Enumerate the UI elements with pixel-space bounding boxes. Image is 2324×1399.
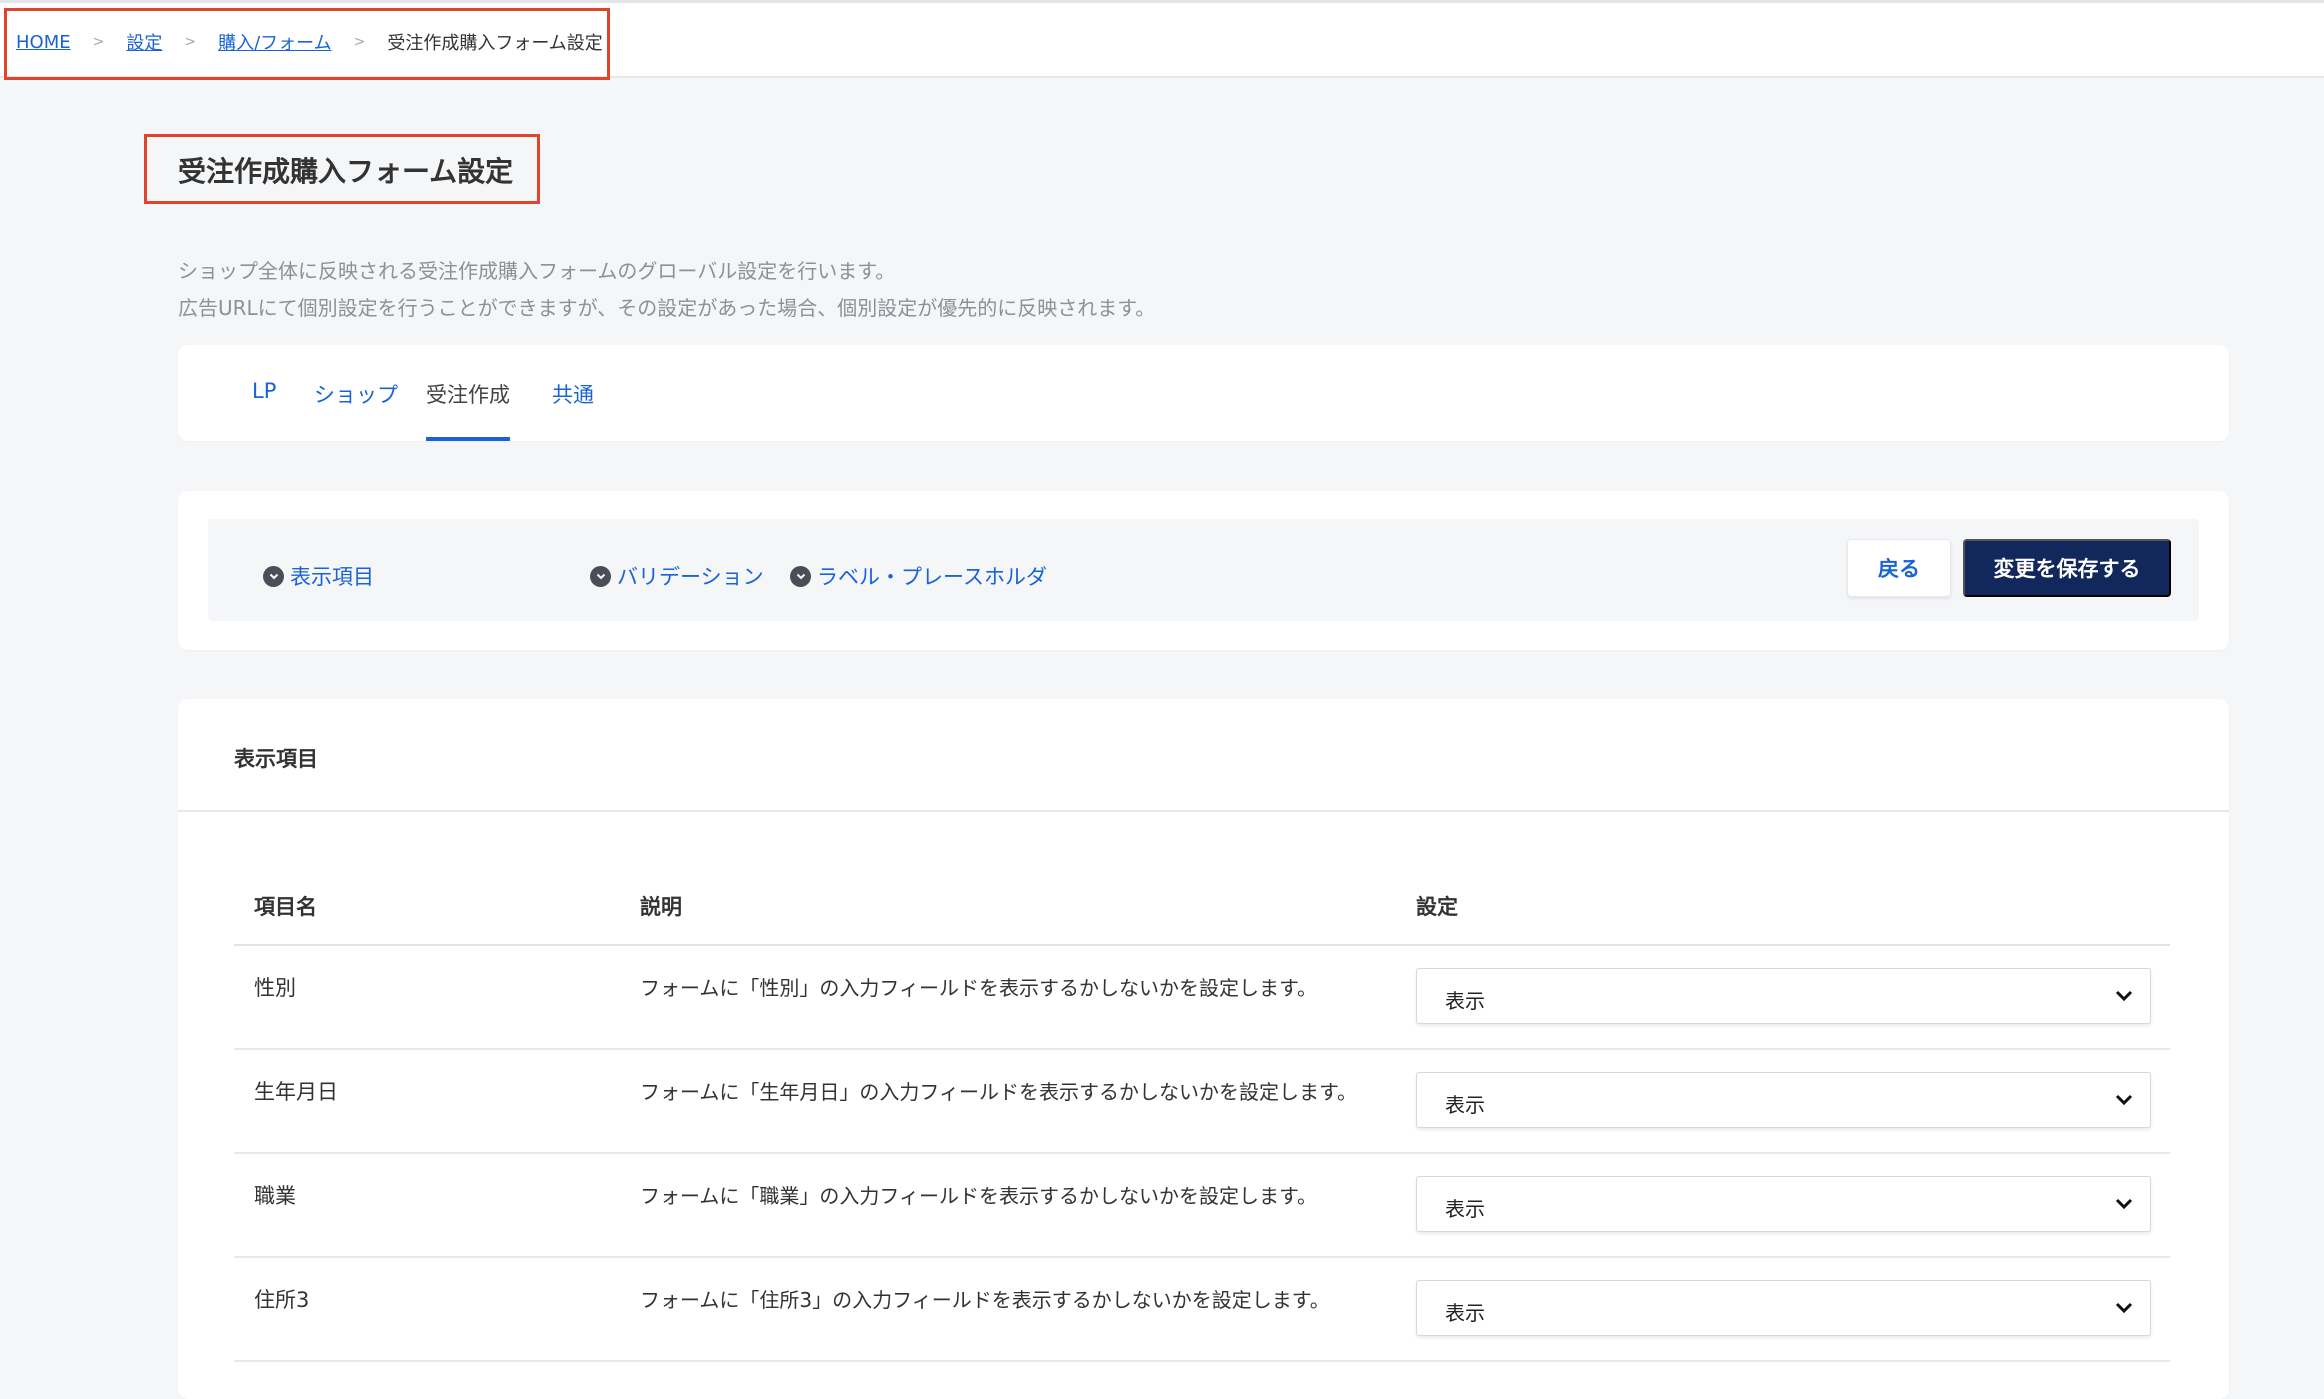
page-description-line-1: ショップ全体に反映される受注作成購入フォームのグローバル設定を行います。 (178, 259, 896, 283)
row-item-description: フォームに「生年月日」の入力フィールドを表示するかしないかを設定します。 (640, 1080, 1357, 1104)
select-value: 表示 (1445, 1093, 1485, 1117)
select-value: 表示 (1445, 989, 1485, 1013)
display-setting-select[interactable]: 表示 (1416, 1280, 2151, 1336)
row-item-name: 生年月日 (254, 1080, 338, 1104)
chevron-circle-down-icon (590, 565, 611, 587)
display-setting-select[interactable]: 表示 (1416, 968, 2151, 1024)
anchor-label: バリデーション (617, 565, 764, 589)
breadcrumb-current: 受注作成購入フォーム設定 (387, 33, 603, 54)
anchor-validation[interactable]: バリデーション (590, 561, 764, 591)
table-row: 生年月日 フォームに「生年月日」の入力フィールドを表示するかしないかを設定します… (234, 1050, 2170, 1154)
chevron-down-icon (2115, 990, 2133, 1002)
tab-lp[interactable]: LP (252, 345, 276, 441)
display-items-section: 表示項目 項目名 説明 設定 性別 フォームに「性別」の入力フィールドを表示する… (178, 699, 2229, 1399)
breadcrumb-separator: > (92, 34, 105, 50)
anchor-label-placeholder[interactable]: ラベル・プレースホルダ (790, 561, 1047, 591)
tab-common[interactable]: 共通 (552, 345, 594, 441)
breadcrumb-separator: > (184, 34, 197, 50)
back-button[interactable]: 戻る (1847, 539, 1951, 597)
table-row: 住所3 フォームに「住所3」の入力フィールドを表示するかしないかを設定します。 … (234, 1258, 2170, 1362)
select-value: 表示 (1445, 1301, 1485, 1325)
row-item-description: フォームに「性別」の入力フィールドを表示するかしないかを設定します。 (640, 976, 1317, 1000)
breadcrumb: HOME > 設定 > 購入/フォーム > 受注作成購入フォーム設定 (16, 29, 603, 55)
chevron-circle-down-icon (790, 565, 811, 587)
select-value: 表示 (1445, 1197, 1485, 1221)
row-item-name: 住所3 (254, 1288, 310, 1312)
anchor-label: 表示項目 (290, 565, 374, 589)
breadcrumb-separator: > (353, 34, 366, 50)
row-item-description: フォームに「住所3」の入力フィールドを表示するかしないかを設定します。 (640, 1288, 1330, 1312)
tab-shop[interactable]: ショップ (314, 345, 398, 441)
anchor-label: ラベル・プレースホルダ (817, 565, 1047, 589)
top-bar: HOME > 設定 > 購入/フォーム > 受注作成購入フォーム設定 (0, 0, 2324, 78)
column-header-description: 説明 (640, 895, 682, 919)
tabs-card: LP ショップ 受注作成 共通 (178, 345, 2229, 441)
chevron-circle-down-icon (263, 565, 284, 587)
row-item-name: 職業 (254, 1184, 296, 1208)
column-header-setting: 設定 (1416, 895, 1458, 919)
table-row: 職業 フォームに「職業」の入力フィールドを表示するかしないかを設定します。 表示 (234, 1154, 2170, 1258)
display-setting-select[interactable]: 表示 (1416, 1072, 2151, 1128)
chevron-down-icon (2115, 1302, 2133, 1314)
anchor-display-items[interactable]: 表示項目 (263, 561, 374, 591)
display-setting-select[interactable]: 表示 (1416, 1176, 2151, 1232)
action-card: 表示項目 バリデーション ラベル・プレースホルダ 戻る 変更を保存する (178, 491, 2229, 650)
breadcrumb-purchase-form-link[interactable]: 購入/フォーム (218, 29, 332, 55)
save-changes-button[interactable]: 変更を保存する (1963, 539, 2171, 597)
row-item-name: 性別 (254, 976, 296, 1000)
chevron-down-icon (2115, 1094, 2133, 1106)
tab-order-creation[interactable]: 受注作成 (426, 345, 510, 441)
section-divider (178, 810, 2229, 812)
page-description-line-2: 広告URLにて個別設定を行うことができますが、その設定があった場合、個別設定が優… (178, 296, 1156, 320)
breadcrumb-settings-link[interactable]: 設定 (126, 29, 162, 55)
column-header-name: 項目名 (254, 895, 317, 919)
table-row: 性別 フォームに「性別」の入力フィールドを表示するかしないかを設定します。 表示 (234, 946, 2170, 1050)
section-title: 表示項目 (234, 747, 318, 771)
breadcrumb-home-link[interactable]: HOME (16, 32, 71, 53)
chevron-down-icon (2115, 1198, 2133, 1210)
page-title: 受注作成購入フォーム設定 (178, 155, 514, 188)
action-bar: 表示項目 バリデーション ラベル・プレースホルダ 戻る 変更を保存する (208, 519, 2199, 621)
row-item-description: フォームに「職業」の入力フィールドを表示するかしないかを設定します。 (640, 1184, 1317, 1208)
